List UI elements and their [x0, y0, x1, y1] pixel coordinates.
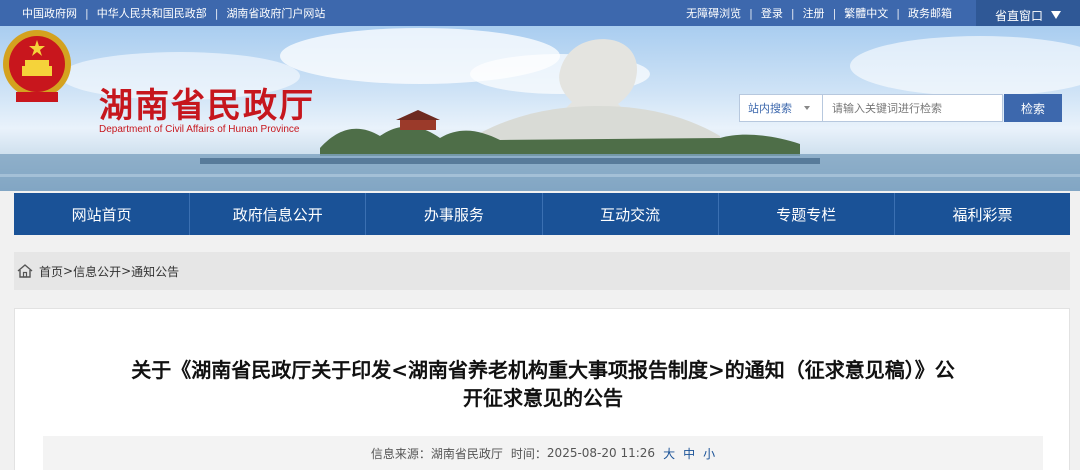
- article-title: 关于《湖南省民政厅关于印发<湖南省养老机构重大事项报告制度>的通知（征求意见稿）…: [35, 356, 1051, 412]
- link-gov-mail[interactable]: 政务邮箱: [908, 5, 952, 21]
- link-traditional-chinese[interactable]: 繁體中文: [844, 5, 888, 21]
- link-hunan-portal[interactable]: 湖南省政府门户网站: [226, 5, 325, 21]
- national-emblem-icon: [3, 30, 71, 102]
- breadcrumb-notices[interactable]: 通知公告: [131, 263, 179, 280]
- search-bar: 站内搜索 检索: [739, 94, 1062, 122]
- site-name-english: Department of Civil Affairs of Hunan Pro…: [99, 124, 300, 135]
- article-title-line-1: 关于《湖南省民政厅关于印发<湖南省养老机构重大事项报告制度>的通知（征求意见稿）…: [131, 358, 955, 382]
- font-size-medium-button[interactable]: 中: [683, 445, 695, 462]
- article-panel: 关于《湖南省民政厅关于印发<湖南省养老机构重大事项报告制度>的通知（征求意见稿）…: [14, 308, 1070, 470]
- time-value: 2025-08-20 11:26: [546, 446, 656, 460]
- source-value: 湖南省民政厅: [430, 446, 503, 461]
- link-register[interactable]: 注册: [803, 5, 825, 21]
- link-china-gov[interactable]: 中国政府网: [22, 5, 77, 21]
- time-label: 时间：: [510, 446, 547, 461]
- separator: |: [85, 6, 89, 20]
- link-login[interactable]: 登录: [761, 5, 783, 21]
- triangle-down-icon: [1051, 11, 1061, 19]
- search-scope-label: 站内搜索: [748, 102, 792, 115]
- top-links-right: 无障碍浏览 | 登录 | 注册 | 繁體中文 | 政务邮箱: [686, 0, 952, 26]
- main-nav: 网站首页 政府信息公开 办事服务 互动交流 专题专栏 福利彩票: [14, 193, 1070, 235]
- chevron-down-icon: [804, 106, 810, 110]
- breadcrumb-home[interactable]: 首页: [39, 263, 63, 280]
- home-icon: [17, 264, 33, 278]
- breadcrumb-separator: >: [121, 264, 132, 278]
- article-title-line-2: 开征求意见的公告: [463, 386, 623, 410]
- separator: |: [896, 6, 900, 20]
- link-accessibility[interactable]: 无障碍浏览: [686, 5, 741, 21]
- search-input[interactable]: [823, 94, 1003, 122]
- top-links-left: 中国政府网 | 中华人民共和国民政部 | 湖南省政府门户网站: [22, 0, 325, 26]
- site-name: 湖南省民政厅: [99, 86, 315, 126]
- nav-item-home[interactable]: 网站首页: [14, 193, 191, 235]
- separator: |: [832, 6, 837, 20]
- search-button[interactable]: 检索: [1004, 94, 1062, 122]
- separator: |: [790, 6, 795, 20]
- nav-item-topics[interactable]: 专题专栏: [719, 193, 895, 235]
- breadcrumb-separator: >: [63, 264, 74, 278]
- article-meta: 信息来源： 湖南省民政厅 时间： 2025-08-20 11:26 大 中 小: [43, 436, 1043, 470]
- separator: |: [749, 6, 753, 20]
- nav-item-services[interactable]: 办事服务: [366, 193, 543, 235]
- nav-item-gov-info[interactable]: 政府信息公开: [190, 193, 367, 235]
- nav-item-lottery[interactable]: 福利彩票: [895, 193, 1070, 235]
- header-banner: 湖南省民政厅 Department of Civil Affairs of Hu…: [0, 26, 1080, 191]
- separator: |: [214, 6, 219, 20]
- source-label: 信息来源：: [370, 446, 431, 461]
- font-size-large-button[interactable]: 大: [663, 445, 675, 462]
- breadcrumb-info-public[interactable]: 信息公开: [73, 263, 121, 280]
- top-bar: 中国政府网 | 中华人民共和国民政部 | 湖南省政府门户网站 无障碍浏览 | 登…: [0, 0, 1080, 30]
- nav-item-interaction[interactable]: 互动交流: [543, 193, 719, 235]
- font-size-small-button[interactable]: 小: [703, 445, 715, 462]
- provincial-window-label: 省直窗口: [994, 8, 1043, 23]
- search-scope-select[interactable]: 站内搜索: [739, 94, 823, 122]
- link-ministry-civil-affairs[interactable]: 中华人民共和国民政部: [97, 5, 207, 21]
- breadcrumb: 首页 > 信息公开 > 通知公告: [14, 252, 1070, 290]
